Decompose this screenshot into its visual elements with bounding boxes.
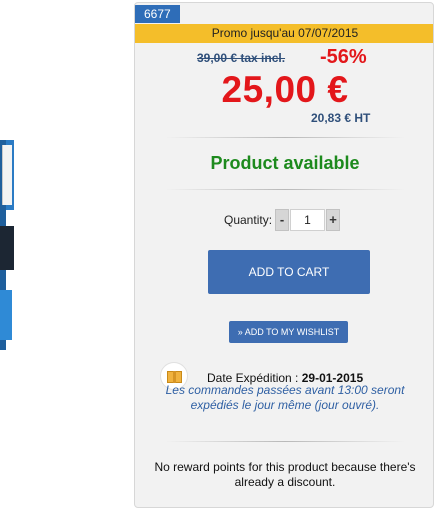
price-excl-tax: 20,83 € HT — [311, 111, 371, 125]
reward-points-note: No reward points for this product becaus… — [154, 460, 416, 489]
add-to-wishlist-button[interactable]: » ADD TO MY WISHLIST — [229, 321, 348, 343]
buy-box-panel: 6677 Promo jusqu'au 07/07/2015 39,00 € t… — [134, 2, 434, 508]
product-image — [0, 140, 14, 350]
quantity-decrease-button[interactable]: - — [275, 209, 289, 231]
discount-percent: -56% — [320, 46, 367, 68]
quantity-label: Quantity: — [224, 213, 273, 227]
promo-banner: Promo jusqu'au 07/07/2015 — [135, 24, 433, 43]
product-image-part — [2, 145, 12, 205]
divider — [165, 137, 405, 138]
product-image-part — [0, 226, 14, 270]
quantity-input[interactable] — [290, 209, 325, 231]
shipping-note: Les commandes passées avant 13:00 seront… — [165, 383, 405, 412]
current-price: 25,00 € — [221, 69, 349, 110]
availability-status: Product available — [210, 153, 360, 173]
divider — [165, 441, 405, 442]
divider — [165, 189, 405, 190]
quantity-increase-button[interactable]: + — [326, 209, 340, 231]
old-price: 39,00 € tax incl. — [197, 51, 286, 65]
add-to-cart-button[interactable]: ADD TO CART — [208, 250, 370, 294]
product-reference-badge: 6677 — [135, 5, 180, 23]
product-image-part — [0, 290, 12, 340]
